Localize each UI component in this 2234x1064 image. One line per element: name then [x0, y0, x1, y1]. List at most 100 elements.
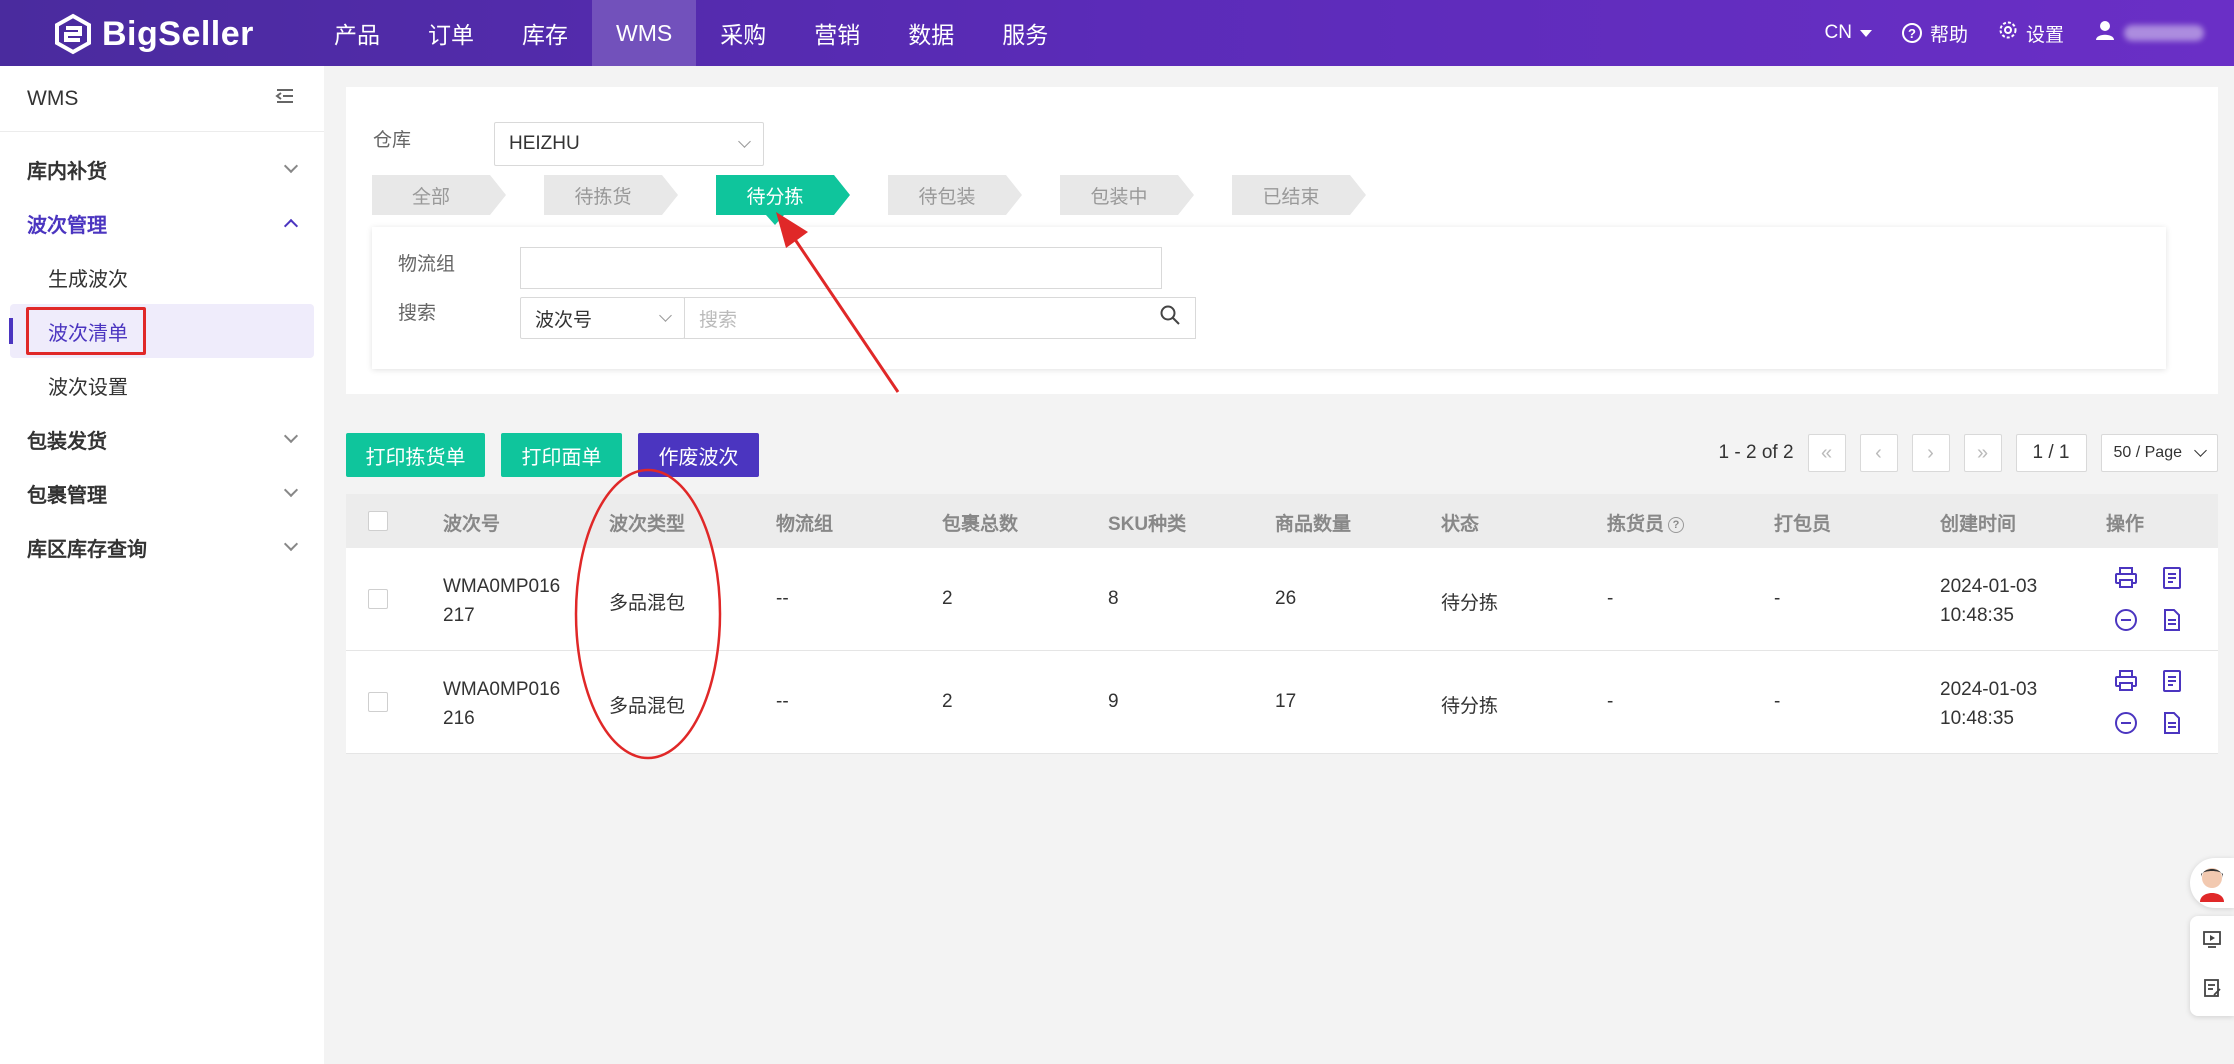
chevron-down-icon — [2194, 444, 2207, 457]
sidebar-group-replenish[interactable]: 库内补货 — [0, 142, 324, 196]
user-icon — [2094, 19, 2116, 47]
search-icon[interactable] — [1159, 304, 1181, 332]
table-row: WMA0MP016 216 多品混包 -- 2 9 17 待分拣 - - 202… — [346, 651, 2218, 754]
question-icon[interactable]: ? — [1668, 516, 1685, 533]
sidebar-group-label: 波次管理 — [27, 214, 107, 237]
nav-item-services[interactable]: 服务 — [978, 0, 1072, 66]
sidebar-group-label: 库内补货 — [27, 160, 107, 183]
support-avatar-icon[interactable] — [2190, 858, 2234, 908]
print-icon[interactable] — [2114, 669, 2160, 699]
chevron-down-icon — [659, 309, 672, 322]
row-checkbox[interactable] — [368, 589, 388, 609]
search-input[interactable]: 搜索 — [684, 297, 1196, 339]
pagination-range: 1 - 2 of 2 — [1718, 442, 1794, 463]
chevron-down-icon — [283, 482, 299, 498]
wave-number-line2: 216 — [443, 708, 475, 729]
logistics-group: -- — [776, 588, 789, 609]
row-checkbox[interactable] — [368, 692, 388, 712]
bigseller-logo[interactable]: BigSeller — [52, 12, 254, 56]
help-link[interactable]: ? 帮助 — [1901, 20, 1968, 47]
last-page-icon[interactable]: » — [1963, 434, 2002, 472]
print-pick-list-button[interactable]: 打印拣货单 — [346, 433, 485, 477]
help-icon: ? — [1901, 23, 1922, 43]
step-all[interactable]: 全部 — [372, 175, 506, 215]
print-icon[interactable] — [2114, 566, 2160, 596]
wave-table: 波次号 波次类型 物流组 包裹总数 SKU种类 商品数量 状态 拣货员? 打包员… — [346, 494, 2218, 754]
search-type-select[interactable]: 波次号 — [520, 297, 685, 339]
first-page-icon[interactable]: « — [1807, 434, 1846, 472]
document-icon[interactable] — [2160, 608, 2206, 638]
sidebar-group-label: 包裹管理 — [27, 484, 107, 507]
col-parcel-total: 包裹总数 — [942, 514, 1019, 535]
page-indicator[interactable]: 1 / 1 — [2015, 434, 2087, 472]
sku-types: 8 — [1108, 588, 1119, 609]
chevron-down-icon — [283, 428, 299, 444]
language-label: CN — [1824, 22, 1852, 43]
created-date: 2024-01-03 — [1940, 576, 2038, 597]
sidebar-group-parcel[interactable]: 包裹管理 — [0, 466, 324, 520]
nav-item-marketing[interactable]: 营销 — [790, 0, 884, 66]
main-nav: 产品 订单 库存 WMS 采购 营销 数据 服务 — [310, 0, 1072, 66]
highlight-box-annotation — [26, 307, 146, 355]
pick-list-icon[interactable] — [2160, 566, 2206, 596]
sidebar-group-packing[interactable]: 包装发货 — [0, 412, 324, 466]
wave-number-line1: WMA0MP016 — [443, 576, 561, 597]
status: 待分拣 — [1441, 593, 1499, 614]
col-picker: 拣货员? — [1607, 509, 1685, 536]
col-actions: 操作 — [2106, 514, 2145, 535]
search-placeholder: 搜索 — [699, 309, 738, 331]
void-wave-button[interactable]: 作废波次 — [638, 433, 759, 477]
nav-item-products[interactable]: 产品 — [310, 0, 404, 66]
sidebar-group-zone-stock[interactable]: 库区库存查询 — [0, 520, 324, 574]
print-label-button[interactable]: 打印面单 — [501, 433, 622, 477]
col-sku-types: SKU种类 — [1108, 514, 1187, 535]
search-subpanel: 物流组 搜索 波次号 搜索 — [372, 227, 2166, 369]
document-icon[interactable] — [2160, 711, 2206, 741]
nav-item-inventory[interactable]: 库存 — [498, 0, 592, 66]
step-finished[interactable]: 已结束 — [1232, 175, 1366, 215]
sidebar-group-wave[interactable]: 波次管理 — [0, 196, 324, 250]
logistics-group-input[interactable] — [520, 247, 1162, 289]
created-time: 2024-01-03 10:48:35 — [1940, 572, 2037, 630]
pick-list-icon[interactable] — [2160, 669, 2206, 699]
nav-item-orders[interactable]: 订单 — [404, 0, 498, 66]
sidebar-group-label: 库区库存查询 — [27, 538, 147, 561]
language-selector[interactable]: CN — [1825, 22, 1872, 44]
nav-item-data[interactable]: 数据 — [884, 0, 978, 66]
chevron-down-icon — [283, 158, 299, 174]
search-type-value: 波次号 — [535, 309, 593, 331]
step-to-sort[interactable]: 待分拣 — [716, 175, 850, 225]
username-blurred — [2124, 25, 2204, 41]
step-packing[interactable]: 包装中 — [1060, 175, 1194, 215]
warehouse-select[interactable]: HEIZHU — [494, 122, 764, 166]
sidebar-item-generate-wave[interactable]: 生成波次 — [0, 250, 324, 304]
user-menu[interactable] — [2094, 19, 2204, 47]
wave-number-line1: WMA0MP016 — [443, 679, 561, 700]
void-icon[interactable] — [2114, 608, 2160, 638]
collapse-menu-icon[interactable] — [274, 85, 296, 112]
step-to-pack[interactable]: 待包装 — [888, 175, 1022, 215]
nav-item-wms[interactable]: WMS — [592, 0, 697, 66]
packer: - — [1774, 588, 1781, 609]
select-all-checkbox[interactable] — [368, 511, 388, 531]
bigseller-logo-icon — [52, 13, 94, 55]
chevron-up-icon — [283, 218, 299, 234]
step-to-pick[interactable]: 待拣货 — [544, 175, 678, 215]
nav-item-purchase[interactable]: 采购 — [696, 0, 790, 66]
video-tutorial-icon[interactable] — [2202, 929, 2222, 954]
prev-page-icon[interactable]: ‹ — [1859, 434, 1898, 472]
wave-number-line2: 217 — [443, 605, 475, 626]
col-picker-label: 拣货员 — [1607, 514, 1665, 535]
created-clock: 10:48:35 — [1940, 605, 2014, 626]
pagination: 1 - 2 of 2 « ‹ › » 1 / 1 50 / Page — [1719, 434, 2218, 472]
table-header: 波次号 波次类型 物流组 包裹总数 SKU种类 商品数量 状态 拣货员? 打包员… — [346, 494, 2218, 548]
col-item-qty: 商品数量 — [1275, 514, 1352, 535]
next-page-icon[interactable]: › — [1911, 434, 1950, 472]
page-size-select[interactable]: 50 / Page — [2100, 434, 2218, 472]
settings-link[interactable]: 设置 — [1998, 20, 2064, 47]
item-qty: 17 — [1275, 691, 1297, 712]
sidebar-item-wave-list[interactable]: 波次清单 — [9, 304, 314, 358]
void-icon[interactable] — [2114, 711, 2160, 741]
sidebar-item-wave-settings[interactable]: 波次设置 — [0, 358, 324, 412]
feedback-icon[interactable] — [2202, 978, 2222, 1003]
